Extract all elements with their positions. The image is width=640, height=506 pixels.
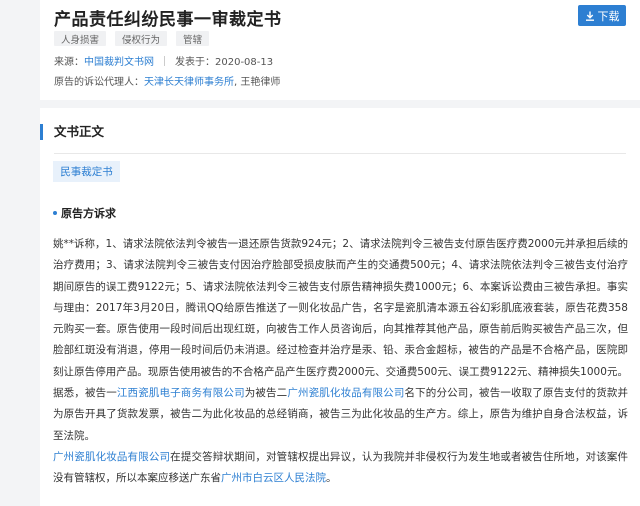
section-title: 文书正文 [40, 124, 104, 140]
document-header-card: 产品责任纠纷民事一审裁定书 下载 人身损害 侵权行为 管辖 来源：中国裁判文书网… [40, 0, 640, 100]
company-link-guangzhou[interactable]: 广州瓷肌化妆品有限公司 [287, 387, 404, 399]
company-link-jiangxi[interactable]: 江西瓷肌电子商务有限公司 [117, 387, 245, 399]
law-firm-link[interactable]: 天津长天律师事务所 [144, 77, 234, 88]
tag-tort[interactable]: 侵权行为 [115, 31, 168, 46]
download-label: 下载 [597, 9, 620, 23]
subsection-heading: 原告方诉求 [53, 205, 116, 221]
paragraph-text: 为被告二 [244, 387, 288, 400]
document-type-badge: 民事裁定书 [53, 161, 120, 182]
source-meta: 来源：中国裁判文书网 发表于：2020-08-13 [54, 53, 273, 68]
tag-jurisdiction[interactable]: 管辖 [176, 31, 210, 46]
tag-personal-injury[interactable]: 人身损害 [54, 31, 107, 46]
court-link-baiyun[interactable]: 广州市白云区人民法院 [221, 472, 326, 484]
lawyer-name: 王艳律师 [240, 77, 281, 88]
section-divider [54, 153, 626, 154]
tag-list: 人身损害 侵权行为 管辖 [54, 31, 210, 46]
document-title: 产品责任纠纷民事一审裁定书 [54, 10, 282, 30]
bullet-dot-icon [53, 211, 57, 215]
agent-meta: 原告的诉讼代理人：天津长天律师事务所, 王艳律师 [54, 73, 280, 88]
download-button[interactable]: 下载 [578, 5, 626, 26]
published-label: 发表于： [175, 57, 215, 68]
document-content: 姚**诉称，1、请求法院依法判令被告一退还原告货款924元；2、请求法院判令三被… [53, 234, 628, 490]
paragraph-objection: 广州瓷肌化妆品有限公司在提交答辩状期间，对管辖权提出异议，认为我院并非侵权行为发… [53, 447, 628, 490]
paragraph-claims: 姚**诉称，1、请求法院依法判令被告一退还原告货款924元；2、请求法院判令三被… [53, 234, 628, 447]
company-link-guangzhou[interactable]: 广州瓷肌化妆品有限公司 [53, 451, 170, 463]
published-date: 2020-08-13 [215, 57, 274, 68]
download-icon [585, 11, 594, 21]
subsection-title: 原告方诉求 [61, 207, 116, 220]
paragraph-text: 。 [326, 472, 337, 485]
source-link[interactable]: 中国裁判文书网 [84, 57, 154, 68]
document-body-card: 文书正文 民事裁定书 原告方诉求 姚**诉称，1、请求法院依法判令被告一退还原告… [40, 108, 640, 506]
source-label: 来源： [54, 57, 84, 68]
paragraph-text: 姚**诉称，1、请求法院依法判令被告一退还原告货款924元；2、请求法院判令三被… [53, 238, 628, 400]
meta-divider [164, 56, 165, 66]
agent-label: 原告的诉讼代理人： [54, 77, 144, 88]
